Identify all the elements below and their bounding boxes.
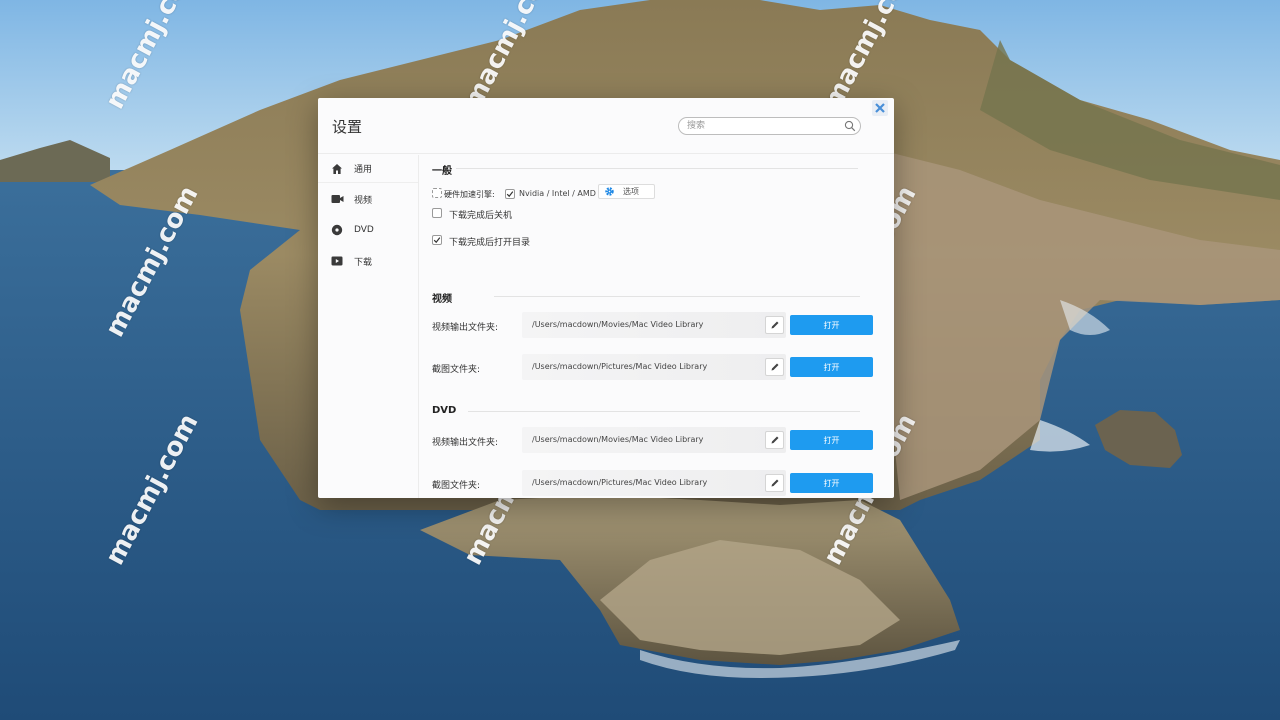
folder-path-field[interactable]: /Users/macdown/Pictures/Mac Video Librar… bbox=[522, 354, 786, 380]
open-dir-label: 下载完成后打开目录 bbox=[449, 238, 531, 248]
settings-window: 设置 通用 视频 bbox=[318, 98, 894, 498]
section-title-video: 视频 bbox=[432, 294, 452, 305]
disc-icon bbox=[330, 223, 344, 237]
search-icon[interactable] bbox=[844, 120, 856, 132]
sidebar-item-video[interactable]: 视频 bbox=[318, 185, 418, 213]
hw-accel-label: 硬件加速引擎: bbox=[444, 190, 495, 199]
pencil-icon bbox=[771, 436, 778, 444]
folder-path-field[interactable]: /Users/macdown/Pictures/Mac Video Librar… bbox=[522, 470, 786, 496]
shutdown-checkbox[interactable] bbox=[432, 208, 442, 218]
options-button-label: 选项 bbox=[623, 187, 639, 196]
sidebar-item-label: 下载 bbox=[354, 257, 373, 268]
search-input[interactable] bbox=[687, 119, 837, 133]
section-title-dvd: DVD bbox=[432, 405, 457, 416]
folder-path-text: /Users/macdown/Pictures/Mac Video Librar… bbox=[532, 478, 708, 487]
folder-label: 视频输出文件夹: bbox=[432, 438, 499, 448]
folder-path-text: /Users/macdown/Movies/Mac Video Library bbox=[532, 435, 704, 444]
open-folder-button[interactable]: 打开 bbox=[790, 315, 873, 335]
edit-path-button[interactable] bbox=[765, 431, 784, 449]
pencil-icon bbox=[771, 321, 778, 329]
folder-path-field[interactable]: /Users/macdown/Movies/Mac Video Library bbox=[522, 312, 786, 338]
options-button[interactable]: 选项 bbox=[598, 184, 655, 199]
close-icon bbox=[875, 103, 885, 113]
search-box[interactable] bbox=[678, 117, 861, 135]
folder-path-text: /Users/macdown/Movies/Mac Video Library bbox=[532, 320, 704, 329]
window-header: 设置 bbox=[318, 98, 894, 154]
hw-accel-value: Nvidia / Intel / AMD bbox=[519, 189, 596, 198]
sidebar-item-general[interactable]: 通用 bbox=[318, 155, 418, 183]
home-icon bbox=[330, 162, 344, 176]
window-title: 设置 bbox=[332, 118, 363, 136]
play-download-icon bbox=[330, 254, 344, 268]
sidebar-item-dvd[interactable]: DVD bbox=[318, 216, 418, 244]
folder-label: 截图文件夹: bbox=[432, 365, 481, 375]
edit-path-button[interactable] bbox=[765, 474, 784, 492]
edit-path-button[interactable] bbox=[765, 358, 784, 376]
folder-path-field[interactable]: /Users/macdown/Movies/Mac Video Library bbox=[522, 427, 786, 453]
close-button[interactable] bbox=[872, 100, 888, 116]
hw-accel-checkbox[interactable] bbox=[505, 189, 515, 199]
video-camera-icon bbox=[330, 192, 344, 206]
shutdown-label: 下载完成后关机 bbox=[449, 211, 513, 221]
hw-accel-checkbox-left[interactable] bbox=[432, 188, 442, 198]
section-title-general: 一般 bbox=[432, 166, 452, 177]
folder-label: 视频输出文件夹: bbox=[432, 323, 499, 333]
folder-label: 截图文件夹: bbox=[432, 481, 481, 491]
open-folder-button[interactable]: 打开 bbox=[790, 357, 873, 377]
sidebar-item-label: DVD bbox=[354, 225, 374, 235]
sidebar-item-download[interactable]: 下载 bbox=[318, 247, 418, 275]
open-dir-checkbox[interactable] bbox=[432, 235, 442, 245]
pencil-icon bbox=[771, 363, 778, 371]
open-folder-button[interactable]: 打开 bbox=[790, 430, 873, 450]
sidebar-item-label: 视频 bbox=[354, 195, 373, 206]
section-divider bbox=[494, 296, 860, 297]
section-divider bbox=[456, 168, 858, 169]
folder-path-text: /Users/macdown/Pictures/Mac Video Librar… bbox=[532, 362, 708, 371]
edit-path-button[interactable] bbox=[765, 316, 784, 334]
settings-sidebar: 通用 视频 DVD 下载 bbox=[318, 155, 419, 498]
pencil-icon bbox=[771, 479, 778, 487]
settings-content: 一般 硬件加速引擎: Nvidia / Intel / AMD 选项 下载完成后… bbox=[420, 155, 894, 498]
sidebar-item-label: 通用 bbox=[354, 165, 373, 175]
section-divider bbox=[468, 411, 860, 412]
open-folder-button[interactable]: 打开 bbox=[790, 473, 873, 493]
gear-icon bbox=[605, 187, 614, 196]
